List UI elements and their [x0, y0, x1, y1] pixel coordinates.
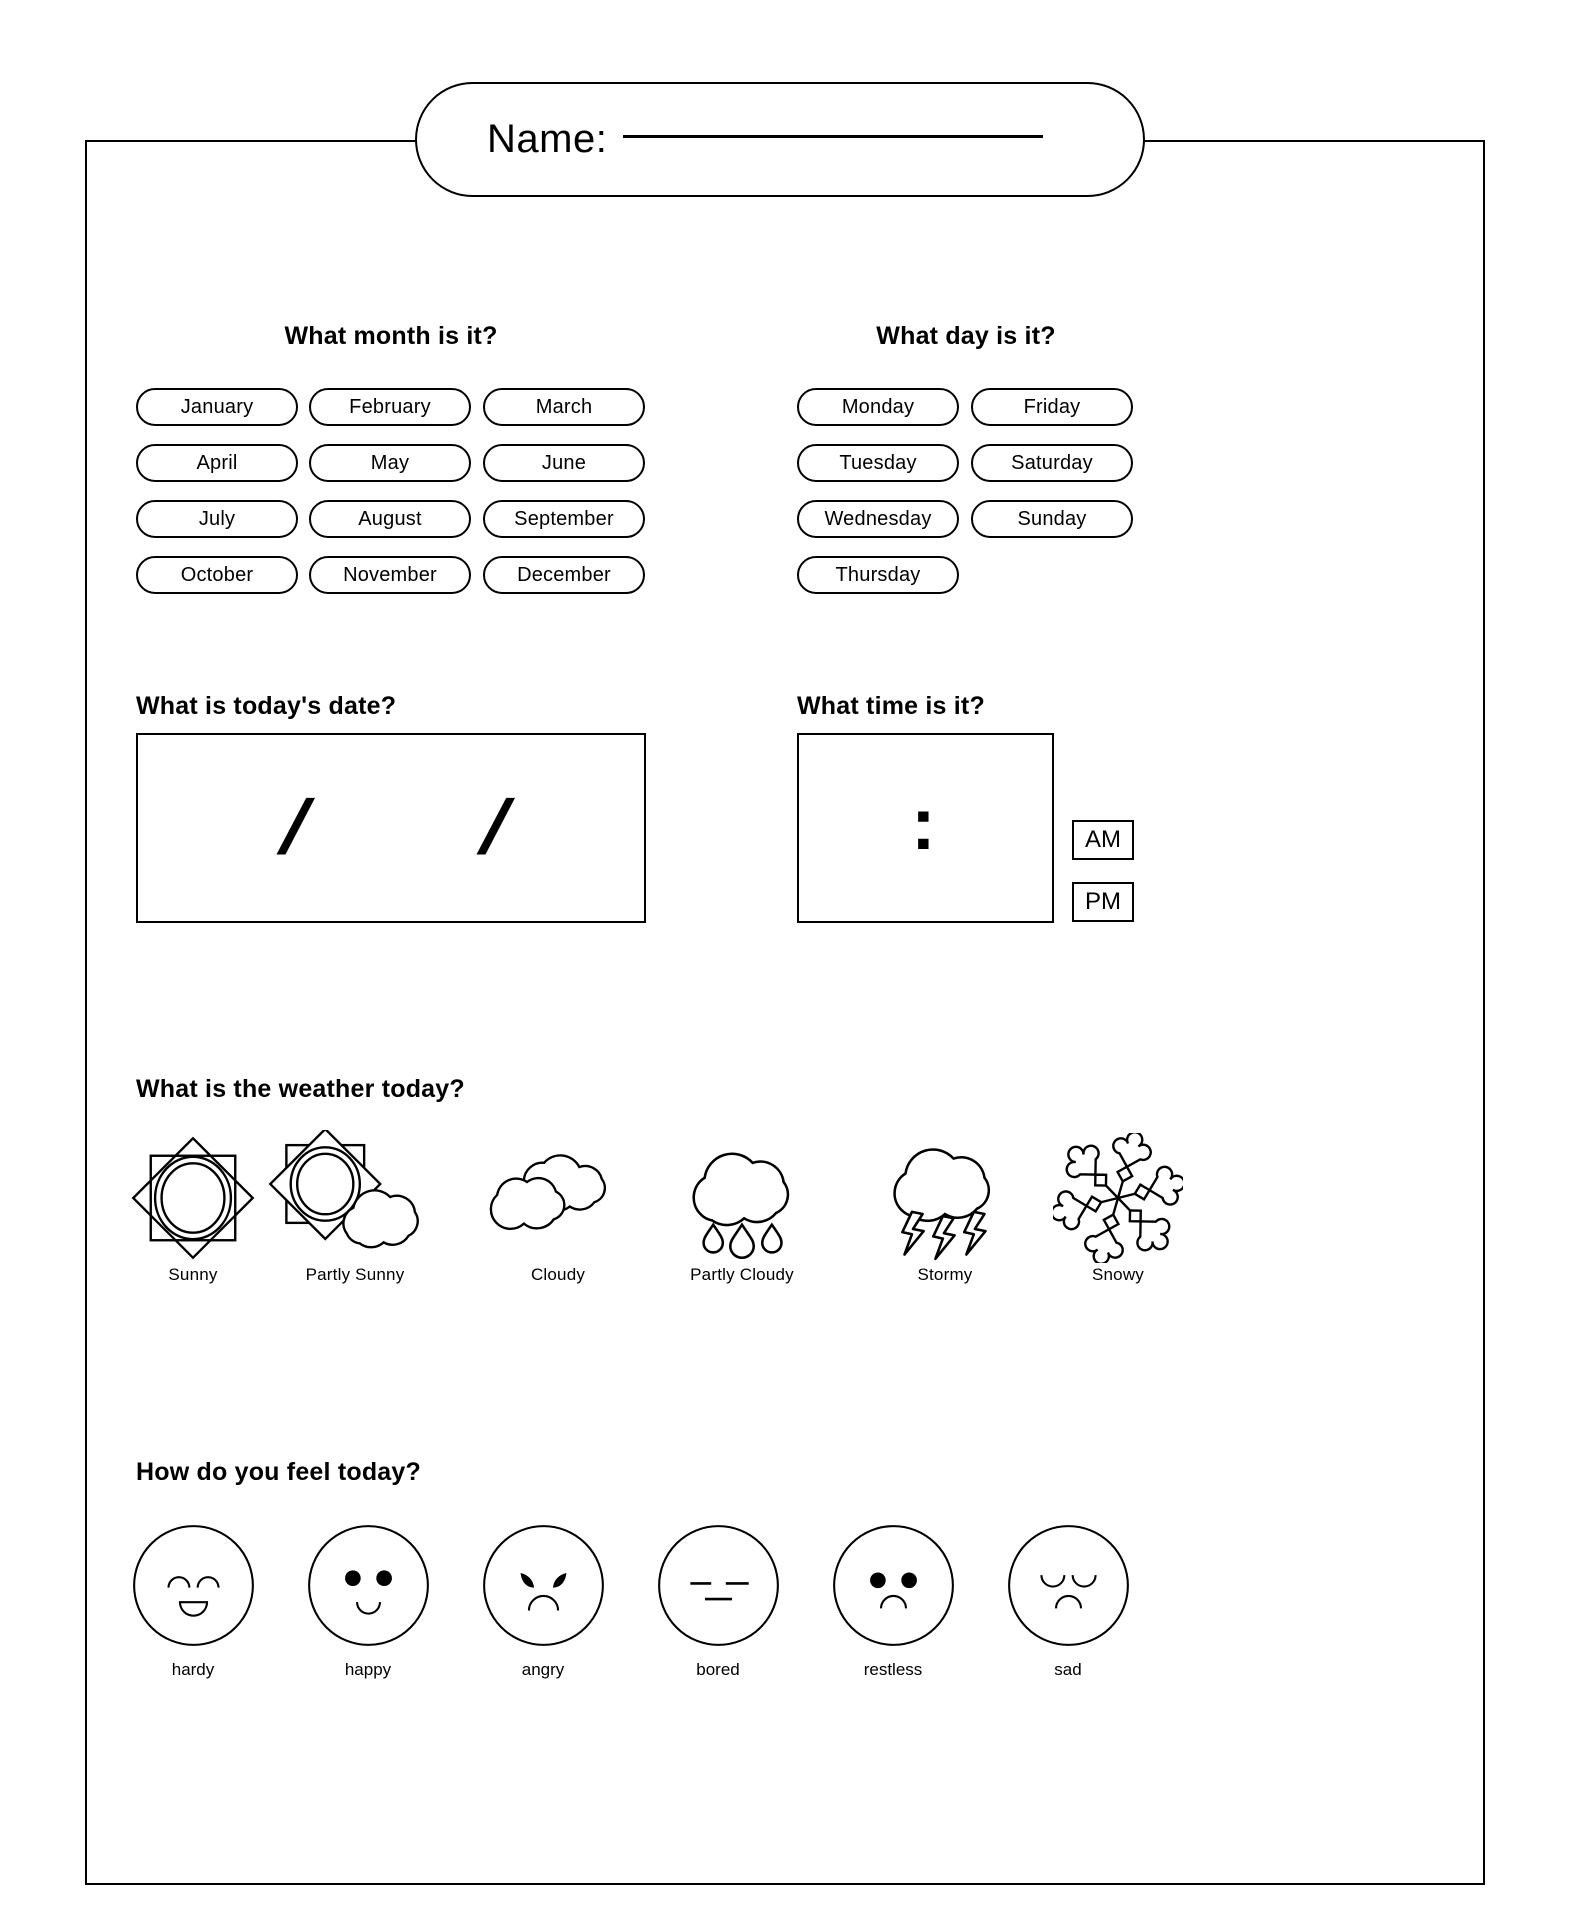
- date-separator-2: /: [477, 785, 511, 870]
- month-option-january[interactable]: January: [136, 388, 298, 426]
- feeling-option-bored[interactable]: bored: [628, 1510, 808, 1680]
- name-field[interactable]: Name:: [415, 82, 1145, 197]
- sun-behind-cloud-icon: [265, 1130, 445, 1265]
- day-question-heading: What day is it?: [876, 322, 1056, 350]
- face-restless-icon: [803, 1510, 983, 1660]
- day-option-saturday[interactable]: Saturday: [971, 444, 1133, 482]
- weather-caption-stormy: Stormy: [917, 1265, 973, 1284]
- feeling-caption-restless: restless: [863, 1660, 923, 1679]
- weather-caption-partly-cloudy: Partly Cloudy: [690, 1265, 794, 1284]
- month-option-april[interactable]: April: [136, 444, 298, 482]
- feeling-caption-sad: sad: [1054, 1660, 1082, 1679]
- day-option-sunday[interactable]: Sunday: [971, 500, 1133, 538]
- face-bored-icon: [628, 1510, 808, 1660]
- time-separator: :: [911, 782, 936, 865]
- day-option-friday[interactable]: Friday: [971, 388, 1133, 426]
- weather-caption-partly-sunny: Partly Sunny: [305, 1265, 405, 1284]
- time-am-button[interactable]: AM: [1072, 820, 1134, 860]
- sun-icon: [103, 1130, 283, 1265]
- feeling-option-angry[interactable]: angry: [453, 1510, 633, 1680]
- month-option-october[interactable]: October: [136, 556, 298, 594]
- month-option-may[interactable]: May: [309, 444, 471, 482]
- day-option-thursday[interactable]: Thursday: [797, 556, 959, 594]
- feeling-option-happy[interactable]: happy: [278, 1510, 458, 1680]
- snowflake-icon: [1028, 1130, 1208, 1265]
- weather-option-partly-cloudy[interactable]: Partly Cloudy: [652, 1130, 832, 1285]
- month-option-june[interactable]: June: [483, 444, 645, 482]
- day-option-wednesday[interactable]: Wednesday: [797, 500, 959, 538]
- month-option-december[interactable]: December: [483, 556, 645, 594]
- date-question-heading: What is today's date?: [136, 692, 397, 720]
- month-option-march[interactable]: March: [483, 388, 645, 426]
- weather-question-heading: What is the weather today?: [136, 1075, 465, 1103]
- rain-cloud-icon: [652, 1130, 832, 1265]
- name-label: Name:: [487, 117, 608, 161]
- weather-option-sunny[interactable]: Sunny: [103, 1130, 283, 1285]
- month-option-august[interactable]: August: [309, 500, 471, 538]
- feeling-caption-happy: happy: [344, 1660, 392, 1679]
- month-option-september[interactable]: September: [483, 500, 645, 538]
- clouds-icon: [468, 1130, 648, 1265]
- feeling-caption-hardy: hardy: [171, 1660, 215, 1679]
- time-pm-button[interactable]: PM: [1072, 882, 1134, 922]
- weather-option-cloudy[interactable]: Cloudy: [468, 1130, 648, 1285]
- date-separator-1: /: [277, 785, 311, 870]
- weather-caption-sunny: Sunny: [168, 1265, 218, 1284]
- date-answer-box[interactable]: / /: [136, 733, 646, 923]
- month-option-february[interactable]: February: [309, 388, 471, 426]
- feeling-option-hardy[interactable]: hardy: [103, 1510, 283, 1680]
- face-happy-icon: [278, 1510, 458, 1660]
- month-question-heading: What month is it?: [284, 322, 498, 350]
- feeling-option-sad[interactable]: sad: [978, 1510, 1158, 1680]
- feeling-caption-bored: bored: [696, 1660, 740, 1679]
- feeling-question-heading: How do you feel today?: [136, 1458, 421, 1486]
- feeling-caption-angry: angry: [521, 1660, 565, 1679]
- name-write-line[interactable]: [623, 135, 1044, 138]
- day-option-monday[interactable]: Monday: [797, 388, 959, 426]
- day-option-tuesday[interactable]: Tuesday: [797, 444, 959, 482]
- storm-cloud-icon: [855, 1130, 1035, 1265]
- weather-option-stormy[interactable]: Stormy: [855, 1130, 1035, 1285]
- weather-caption-cloudy: Cloudy: [530, 1265, 586, 1284]
- face-angry-icon: [453, 1510, 633, 1660]
- face-hardy-icon: [103, 1510, 283, 1660]
- face-sad-icon: [978, 1510, 1158, 1660]
- month-option-november[interactable]: November: [309, 556, 471, 594]
- weather-caption-snowy: Snowy: [1091, 1265, 1145, 1284]
- feeling-option-restless[interactable]: restless: [803, 1510, 983, 1680]
- weather-option-partly-sunny[interactable]: Partly Sunny: [265, 1130, 445, 1285]
- weather-option-snowy[interactable]: Snowy: [1028, 1130, 1208, 1285]
- time-question-heading: What time is it?: [797, 692, 985, 720]
- time-answer-box[interactable]: :: [797, 733, 1054, 923]
- month-option-july[interactable]: July: [136, 500, 298, 538]
